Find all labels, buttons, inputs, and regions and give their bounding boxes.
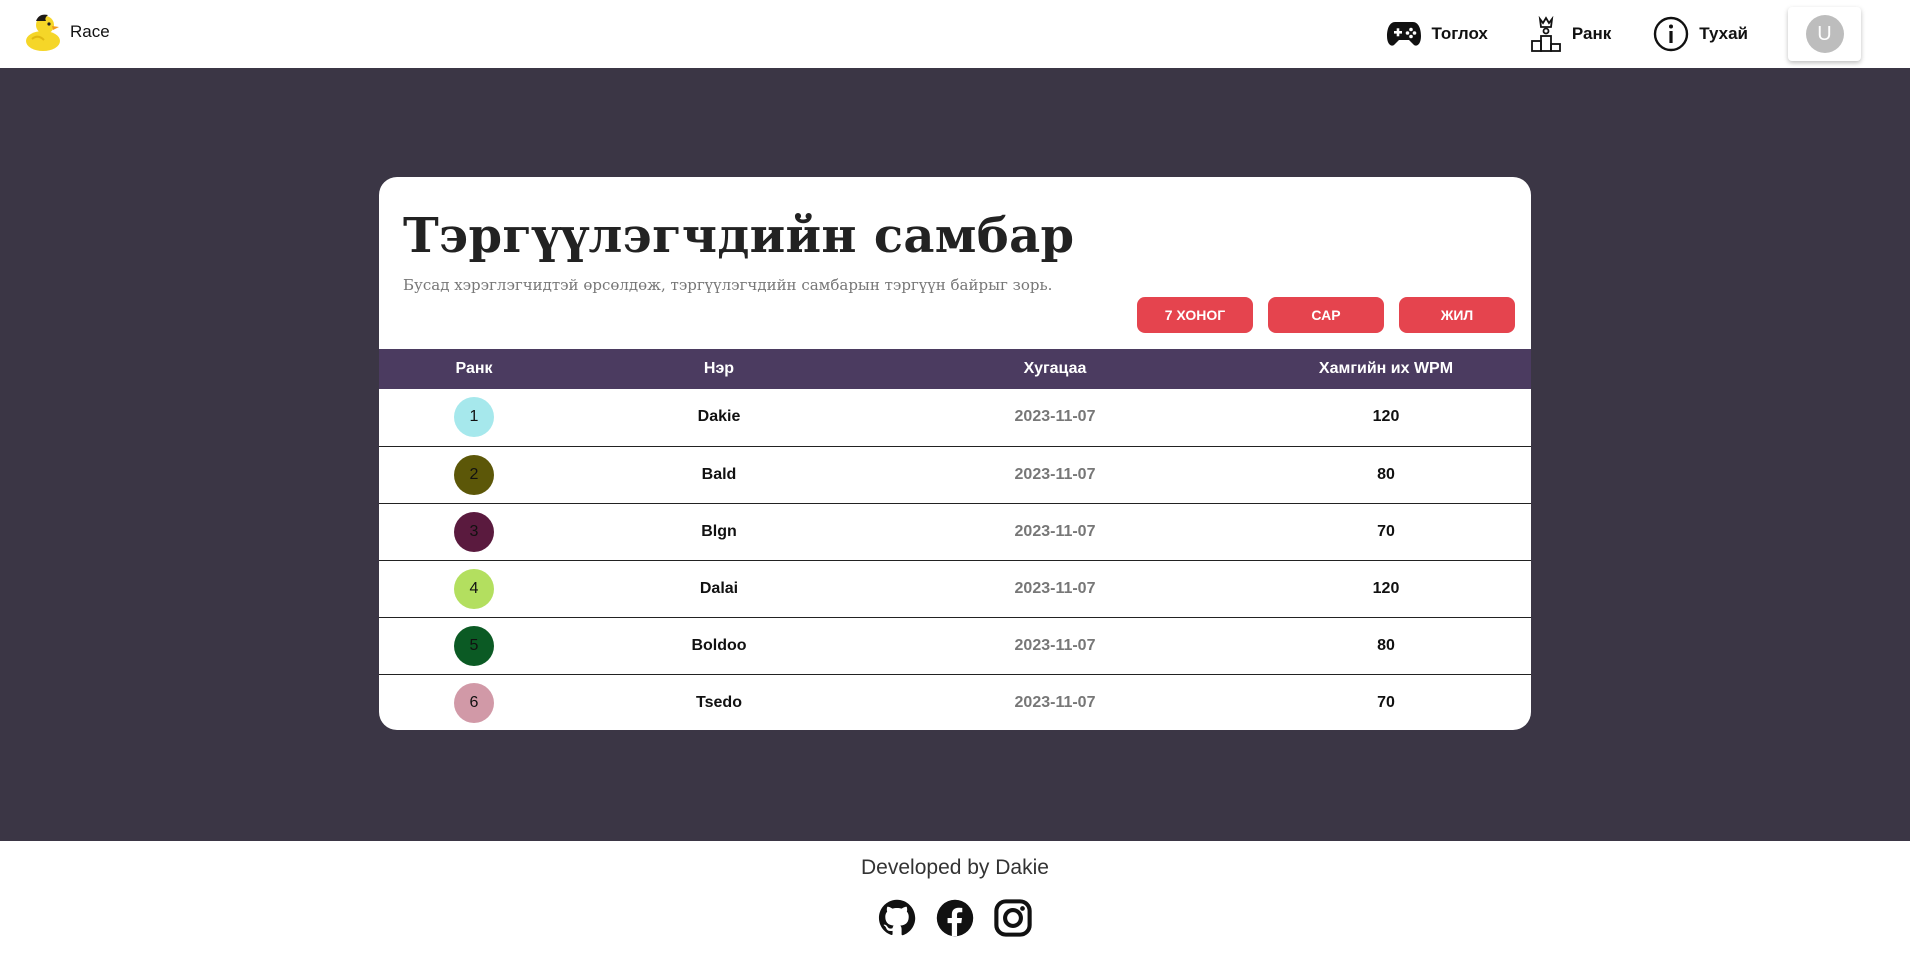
rank-badge: 6 [454, 682, 494, 723]
rank-badge: 5 [454, 625, 494, 666]
rank-badge: 2 [454, 454, 494, 495]
social-links [0, 899, 1910, 937]
footer-credit: Developed by Dakie [861, 856, 1049, 879]
max-wpm: 120 [1372, 408, 1400, 426]
brand-link[interactable]: Race [24, 10, 110, 54]
filter-week-button[interactable]: 7 ХОНОГ [1137, 297, 1253, 333]
filter-month-button[interactable]: САР [1268, 297, 1384, 333]
record-date: 2023-11-07 [1014, 693, 1096, 711]
info-icon [1654, 16, 1689, 52]
user-menu-button[interactable]: U [1788, 7, 1861, 61]
player-name: Tsedo [696, 693, 742, 711]
column-header-date: Хугацаа [1023, 360, 1087, 377]
max-wpm: 80 [1377, 465, 1395, 483]
record-date: 2023-11-07 [1014, 522, 1096, 540]
leaderboard-card: Тэргүүлэгчдийн самбар Бусад хэрэглэгчидт… [379, 177, 1531, 730]
max-wpm: 70 [1377, 693, 1395, 711]
player-name: Boldoo [691, 636, 747, 654]
leaderboard-table: Ранк Нэр Хугацаа Хамгийн их WPM 1 Dakie … [379, 349, 1531, 730]
table-row: 2 Bald 2023-11-07 80 [379, 446, 1531, 503]
record-date: 2023-11-07 [1014, 636, 1096, 654]
nav-about[interactable]: Тухай [1653, 16, 1748, 52]
table-row: 5 Boldoo 2023-11-07 80 [379, 617, 1531, 674]
period-filters: 7 ХОНОГ САР ЖИЛ [1122, 297, 1515, 333]
player-name: Dakie [697, 408, 741, 426]
rank-badge: 3 [454, 511, 494, 552]
column-header-wpm: Хамгийн их WPM [1318, 360, 1454, 377]
record-date: 2023-11-07 [1014, 408, 1096, 426]
max-wpm: 120 [1372, 579, 1400, 597]
player-name: Blgn [701, 522, 737, 540]
rank-badge: 1 [454, 397, 494, 438]
podium-icon [1530, 16, 1561, 52]
gamepad-icon [1386, 22, 1421, 46]
duck-logo-icon [26, 14, 60, 51]
footer: Developed by Dakie [0, 841, 1910, 953]
top-navbar: Race Тоглох Ранк Тухай U [0, 0, 1910, 68]
table-row: 1 Dakie 2023-11-07 120 [379, 389, 1531, 446]
record-date: 2023-11-07 [1014, 579, 1096, 597]
filter-year-button[interactable]: ЖИЛ [1399, 297, 1515, 333]
table-row: 6 Tsedo 2023-11-07 70 [379, 674, 1531, 730]
table-row: 3 Blgn 2023-11-07 70 [379, 503, 1531, 560]
github-icon[interactable] [878, 899, 916, 937]
nav-rank[interactable]: Ранк [1530, 16, 1611, 52]
table-row: 4 Dalai 2023-11-07 120 [379, 560, 1531, 617]
nav-about-label: Тухай [1699, 24, 1748, 43]
nav-rank-label: Ранк [1571, 24, 1612, 43]
brand-name: Race [70, 22, 110, 41]
column-header-name: Нэр [703, 360, 735, 377]
table-header-row: Ранк Нэр Хугацаа Хамгийн их WPM [379, 349, 1531, 389]
facebook-icon[interactable] [936, 899, 974, 937]
avatar: U [1805, 15, 1844, 53]
rank-badge: 4 [454, 568, 494, 609]
record-date: 2023-11-07 [1014, 465, 1096, 483]
player-name: Dalai [699, 579, 739, 597]
max-wpm: 80 [1377, 636, 1395, 654]
nav-play-label: Тоглох [1431, 24, 1488, 43]
main-nav: Тоглох Ранк Тухай U [1386, 0, 1910, 68]
max-wpm: 70 [1377, 522, 1395, 540]
page-title: Тэргүүлэгчдийн самбар [403, 208, 1075, 264]
player-name: Bald [701, 465, 737, 483]
instagram-icon[interactable] [994, 899, 1032, 937]
page-subtitle: Бусад хэрэглэгчидтэй өрсөлдөж, тэргүүлэг… [403, 276, 1053, 294]
column-header-rank: Ранк [455, 360, 493, 377]
nav-play[interactable]: Тоглох [1386, 20, 1488, 48]
